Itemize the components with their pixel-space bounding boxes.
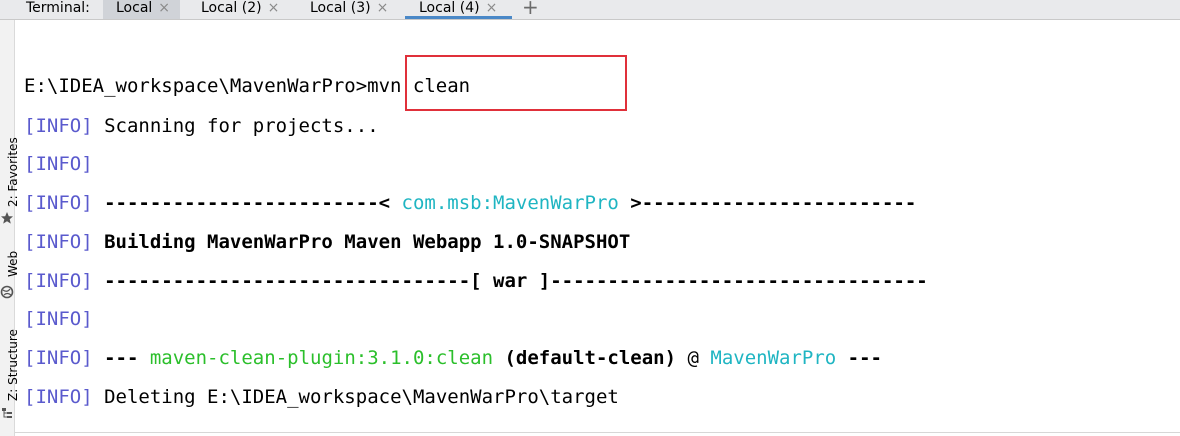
- add-tab-icon[interactable]: +: [522, 0, 539, 17]
- separator-right: >------------------------: [618, 192, 917, 214]
- command-line: E:\IDEA_workspace\MavenWarPro>mvn clean: [24, 74, 470, 98]
- tab-label: Local: [116, 0, 153, 16]
- log-line: [INFO] Deleting E:\IDEA_workspace\MavenW…: [24, 385, 619, 409]
- close-icon[interactable]: ×: [268, 0, 280, 16]
- bottom-divider: [15, 432, 1180, 433]
- log-line: [INFO]: [24, 307, 93, 331]
- tab-local[interactable]: Local ×: [103, 0, 180, 19]
- tab-local-3[interactable]: Local (3) ×: [298, 0, 403, 19]
- packaging-separator: --------------------------------[ war ]-…: [104, 270, 928, 292]
- tab-label: Local (3): [310, 0, 371, 16]
- plugin-prefix: ---: [104, 347, 150, 369]
- terminal-tab-bar: Terminal: Local × Local (2) × Local (3) × L…: [0, 0, 1180, 20]
- log-line: [INFO] ------------------------< com.msb…: [24, 191, 916, 215]
- sidebar-item-structure[interactable]: Z: Structure: [6, 329, 20, 401]
- info-tag: [INFO]: [24, 231, 93, 253]
- separator-left: ------------------------<: [104, 192, 402, 214]
- build-title: Building MavenWarPro Maven Webapp 1.0-SN…: [104, 231, 631, 253]
- plugin-id: maven-clean-plugin:3.1.0:clean: [149, 347, 494, 369]
- info-tag: [INFO]: [24, 386, 93, 408]
- log-line: [INFO]: [24, 152, 93, 176]
- log-text: Deleting E:\IDEA_workspace\MavenWarPro\t…: [104, 386, 619, 408]
- plugin-at: @: [676, 347, 711, 369]
- info-tag: [INFO]: [24, 308, 93, 330]
- close-icon[interactable]: ×: [486, 0, 498, 16]
- sidebar-item-favorites[interactable]: 2: Favorites: [6, 137, 20, 207]
- star-icon: [1, 212, 13, 224]
- globe-icon: [0, 285, 14, 299]
- plugin-suffix: ---: [836, 347, 882, 369]
- log-line: [INFO] --------------------------------[…: [24, 269, 928, 293]
- close-icon[interactable]: ×: [377, 0, 389, 16]
- log-line: [INFO] Building MavenWarPro Maven Webapp…: [24, 230, 630, 254]
- log-text: Scanning for projects...: [104, 115, 379, 137]
- tab-label: Local (4): [419, 0, 480, 16]
- artifact-id: com.msb:MavenWarPro: [401, 192, 619, 214]
- tab-label: Local (2): [201, 0, 262, 16]
- plugin-goal: (default-clean): [493, 347, 677, 369]
- info-tag: [INFO]: [24, 115, 93, 137]
- project-name: MavenWarPro: [710, 347, 837, 369]
- info-tag: [INFO]: [24, 192, 93, 214]
- close-icon[interactable]: ×: [158, 0, 170, 16]
- structure-icon: [2, 408, 12, 418]
- info-tag: [INFO]: [24, 347, 93, 369]
- tab-local-2[interactable]: Local (2) ×: [189, 0, 294, 19]
- terminal-title: Terminal:: [26, 0, 90, 16]
- tab-local-4[interactable]: Local (4) ×: [405, 0, 512, 19]
- log-line: [INFO] Scanning for projects...: [24, 114, 379, 138]
- sidebar-item-web[interactable]: Web: [6, 251, 20, 277]
- prompt-path: E:\IDEA_workspace\MavenWarPro>: [24, 75, 368, 97]
- tool-window-strip: 2: Favorites Web Z: Structure: [0, 20, 20, 436]
- log-line: [INFO] --- maven-clean-plugin:3.1.0:clea…: [24, 346, 882, 370]
- info-tag: [INFO]: [24, 270, 93, 292]
- highlight-annotation: [405, 55, 627, 111]
- info-tag: [INFO]: [24, 153, 93, 175]
